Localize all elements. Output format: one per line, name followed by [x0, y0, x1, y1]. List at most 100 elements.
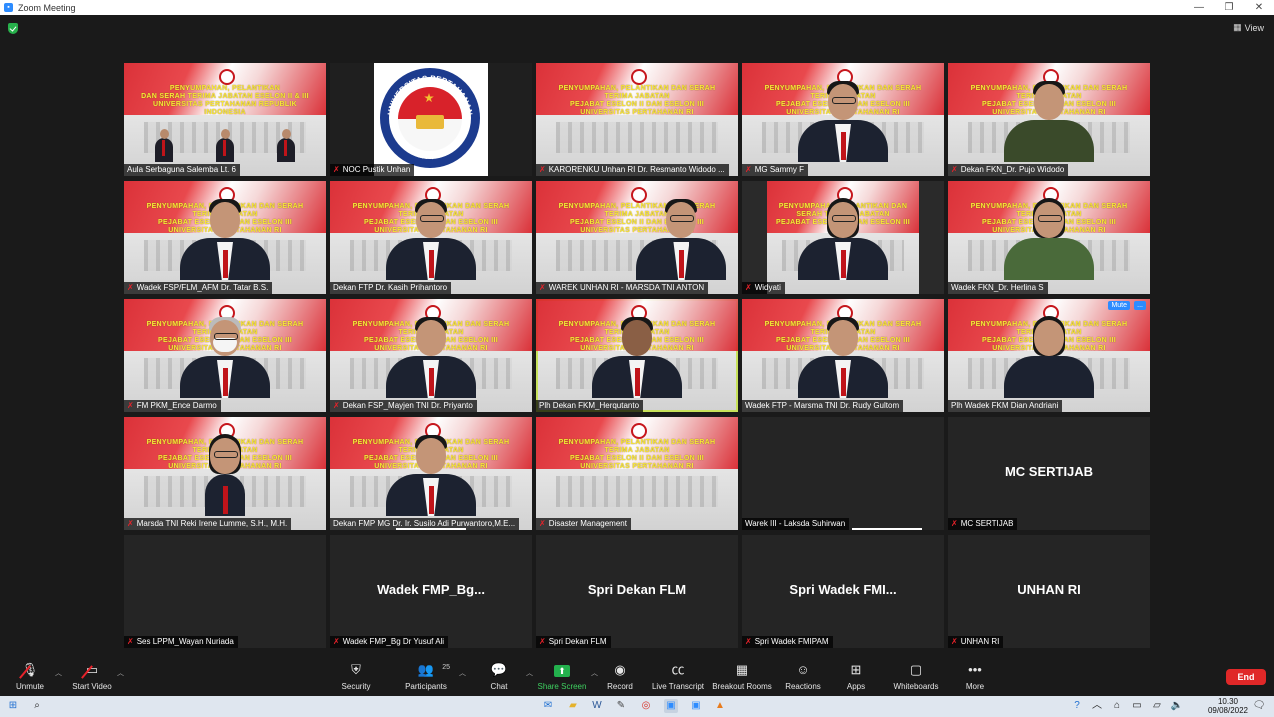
muted-mic-icon: ✗	[539, 637, 546, 646]
share-screen-button[interactable]: ⬆ Share Screen ︿	[532, 662, 598, 691]
participant-tile[interactable]: PENYUMPAHAN, PELANTIKAN DAN SERAH TERIMA…	[742, 299, 944, 412]
apps-label: Apps	[846, 682, 866, 691]
system-clock[interactable]: 10.30 09/08/2022	[1208, 697, 1248, 715]
word-icon[interactable]: W	[590, 699, 604, 713]
banner-line: UNIVERSITAS PERTAHANAN RI	[580, 463, 694, 470]
vlc-icon[interactable]: ▲	[713, 699, 727, 713]
participant-tile[interactable]: PENYUMPAHAN, PELANTIKAN DAN SERAH TERIMA…	[948, 299, 1150, 412]
record-button[interactable]: ◉ Record	[590, 662, 650, 691]
banner-line: UNIVERSITAS PERTAHANAN RI	[580, 109, 694, 116]
help-icon[interactable]: ?	[1070, 699, 1084, 713]
network-icon[interactable]: ⌂	[1110, 699, 1124, 713]
reactions-smiley-icon: ☺	[796, 662, 810, 677]
participant-display-name: MC SERTIJAB	[1004, 464, 1094, 479]
battery-icon[interactable]: ▭	[1130, 699, 1144, 713]
participant-tile[interactable]: PENYUMPAHAN, PELANTIKAN DAN SERAH TERIMA…	[330, 417, 532, 530]
whiteboards-button[interactable]: ▢ Whiteboards	[886, 662, 946, 691]
display-icon[interactable]: ▱	[1150, 699, 1164, 713]
encryption-shield-icon[interactable]	[8, 23, 18, 34]
unhan-emblem-icon	[631, 187, 647, 203]
audio-options-caret-icon[interactable]: ︿	[55, 668, 62, 678]
muted-mic-icon: ✗	[127, 283, 134, 292]
participant-tile[interactable]: PENYUMPAHAN, PELANTIKAN DAN SERAH TERIMA…	[330, 181, 532, 294]
participant-tile[interactable]: PENYUMPAHAN, PELANTIKAN DAN SERAH TERIMA…	[124, 63, 326, 176]
more-label: More	[965, 682, 985, 691]
security-button[interactable]: ⛨ Security	[326, 662, 386, 691]
minimize-icon[interactable]: —	[1184, 0, 1214, 15]
more-button[interactable]: ••• More	[945, 662, 1005, 691]
volume-icon[interactable]: 🔈	[1170, 699, 1184, 713]
participant-tile[interactable]: PENYUMPAHAN, PELANTIKAN DAN SERAH TERIMA…	[742, 63, 944, 176]
participant-video	[386, 317, 476, 398]
chat-button[interactable]: 💬 Chat ︿	[469, 662, 533, 691]
banner-line: PENYUMPAHAN, PELANTIKAN DAN SERAH TERIMA…	[558, 85, 716, 100]
participant-name: UNHAN RI	[960, 637, 1000, 646]
window-title: Zoom Meeting	[18, 2, 76, 13]
participant-name: WAREK UNHAN RI - MARSDA TNI ANTON	[548, 283, 705, 292]
participant-tile[interactable]: PENYUMPAHAN, PELANTIKAN DAN SERAH TERIMA…	[742, 181, 944, 294]
participant-tile[interactable]: MC SERTIJAB ✗ MC SERTIJAB	[948, 417, 1150, 530]
participant-name-label: ✗ Marsda TNI Reki Irene Lumme, S.H., M.H.	[124, 518, 292, 530]
apps-button[interactable]: ⊞ Apps	[826, 662, 886, 691]
participant-tile[interactable]: PENYUMPAHAN, PELANTIKAN DAN SERAH TERIMA…	[124, 417, 326, 530]
notifications-icon[interactable]: 🗨	[1252, 699, 1266, 713]
participants-button[interactable]: 👥 25 Participants ︿	[396, 662, 466, 691]
unhan-emblem-icon	[631, 69, 647, 85]
participant-video	[386, 435, 476, 516]
zoom-taskbar-icon[interactable]: ▣	[664, 699, 678, 713]
show-hidden-icons-chevron-icon[interactable]: ︿	[1090, 699, 1104, 713]
participant-name: Spri Wadek FMIPAM	[754, 637, 829, 646]
apps-icon: ⊞	[850, 662, 862, 677]
participant-tile[interactable]: Warek III - Laksda Suhirwan	[742, 417, 944, 530]
participant-tile[interactable]: PENYUMPAHAN, PELANTIKAN DAN SERAH TERIMA…	[948, 181, 1150, 294]
participant-tile[interactable]: PENYUMPAHAN, PELANTIKAN DAN SERAH TERIMA…	[536, 63, 738, 176]
close-icon[interactable]: ✕	[1244, 0, 1274, 15]
participant-tile[interactable]: Spri Dekan FLM ✗ Spri Dekan FLM	[536, 535, 738, 648]
start-video-button[interactable]: ▭ Start Video ︿	[62, 662, 124, 691]
participant-tile[interactable]: PENYUMPAHAN, PELANTIKAN DAN SERAH TERIMA…	[536, 417, 738, 530]
mute-participant-button[interactable]: Mute	[1108, 301, 1130, 310]
muted-mic-icon: ✗	[333, 165, 340, 174]
participant-name-label: ✗ MC SERTIJAB	[948, 518, 1018, 530]
more-options-button[interactable]: ...	[1134, 301, 1146, 310]
participant-tile-active-speaker[interactable]: PENYUMPAHAN, PELANTIKAN DAN SERAH TERIMA…	[536, 299, 738, 412]
participant-video	[1004, 198, 1094, 280]
participant-name: MC SERTIJAB	[960, 519, 1014, 528]
reactions-button[interactable]: ☺ Reactions	[773, 662, 833, 691]
banner-line: DAN SERAH TERIMA JABATAN ESELON II & III	[141, 93, 309, 100]
participant-tile[interactable]: UNHAN RI ✗ UNHAN RI	[948, 535, 1150, 648]
participant-tile[interactable]: PENYUMPAHAN, PELANTIKAN DAN SERAH TERIMA…	[330, 299, 532, 412]
zoom-meeting-taskbar-icon[interactable]: ▣	[689, 699, 703, 713]
participant-tile[interactable]: PENYUMPAHAN, PELANTIKAN DAN SERAH TERIMA…	[124, 181, 326, 294]
start-video-label: Start Video	[72, 682, 112, 691]
unmute-button[interactable]: 🎙 Unmute ︿	[0, 662, 62, 691]
grid-view-icon: ▦	[1233, 22, 1242, 32]
view-button[interactable]: ▦ View	[1233, 22, 1264, 33]
video-options-caret-icon[interactable]: ︿	[117, 668, 124, 678]
participant-name: Dekan FTP Dr. Kasih Prihantoro	[333, 283, 448, 292]
breakout-rooms-button[interactable]: ▦ Breakout Rooms	[712, 662, 772, 691]
chrome-icon[interactable]: ◎	[639, 699, 653, 713]
mail-icon[interactable]: ✉	[541, 699, 555, 713]
muted-mic-icon: ✗	[745, 165, 752, 174]
participant-tile[interactable]: PENYUMPAHAN, PELANTIKAN DAN SERAH TERIMA…	[948, 63, 1150, 176]
participant-tile[interactable]: PENYUMPAHAN, PELANTIKAN DAN SERAH TERIMA…	[536, 181, 738, 294]
participants-count-badge: 25	[442, 664, 450, 671]
live-transcript-button[interactable]: ㏄ Live Transcript	[648, 662, 708, 691]
participant-tile[interactable]: ✗ Ses LPPM_Wayan Nuriada	[124, 535, 326, 648]
participant-tile[interactable]: Wadek FMP_Bg... ✗ Wadek FMP_Bg Dr Yusuf A…	[330, 535, 532, 648]
end-meeting-button[interactable]: End	[1226, 669, 1266, 685]
participant-name-label: ✗ Wadek FSP/FLM_AFM Dr. Tatar B.S.	[124, 282, 273, 294]
participant-tile[interactable]: PENYUMPAHAN, PELANTIKAN DAN SERAH TERIMA…	[124, 299, 326, 412]
search-icon[interactable]: ⌕	[30, 699, 44, 713]
participants-options-caret-icon[interactable]: ︿	[459, 668, 466, 678]
participant-tile[interactable]: UNIVERSITAS PERTAHANAN REPUBLIK INDONESI…	[330, 63, 532, 176]
tool-icon[interactable]: ✎	[614, 699, 628, 713]
windows-start-icon[interactable]: ⊞	[6, 699, 20, 713]
participant-name-label: ✗ Disaster Management	[536, 518, 631, 530]
svg-text:UNIVERSITAS PERTAHANAN: UNIVERSITAS PERTAHANAN	[386, 74, 474, 116]
file-explorer-icon[interactable]: ▰	[566, 699, 580, 713]
restore-icon[interactable]: ❐	[1214, 0, 1244, 15]
participant-tile[interactable]: Spri Wadek FMI... ✗ Spri Wadek FMIPAM	[742, 535, 944, 648]
participant-display-name: Spri Dekan FLM	[587, 582, 687, 597]
